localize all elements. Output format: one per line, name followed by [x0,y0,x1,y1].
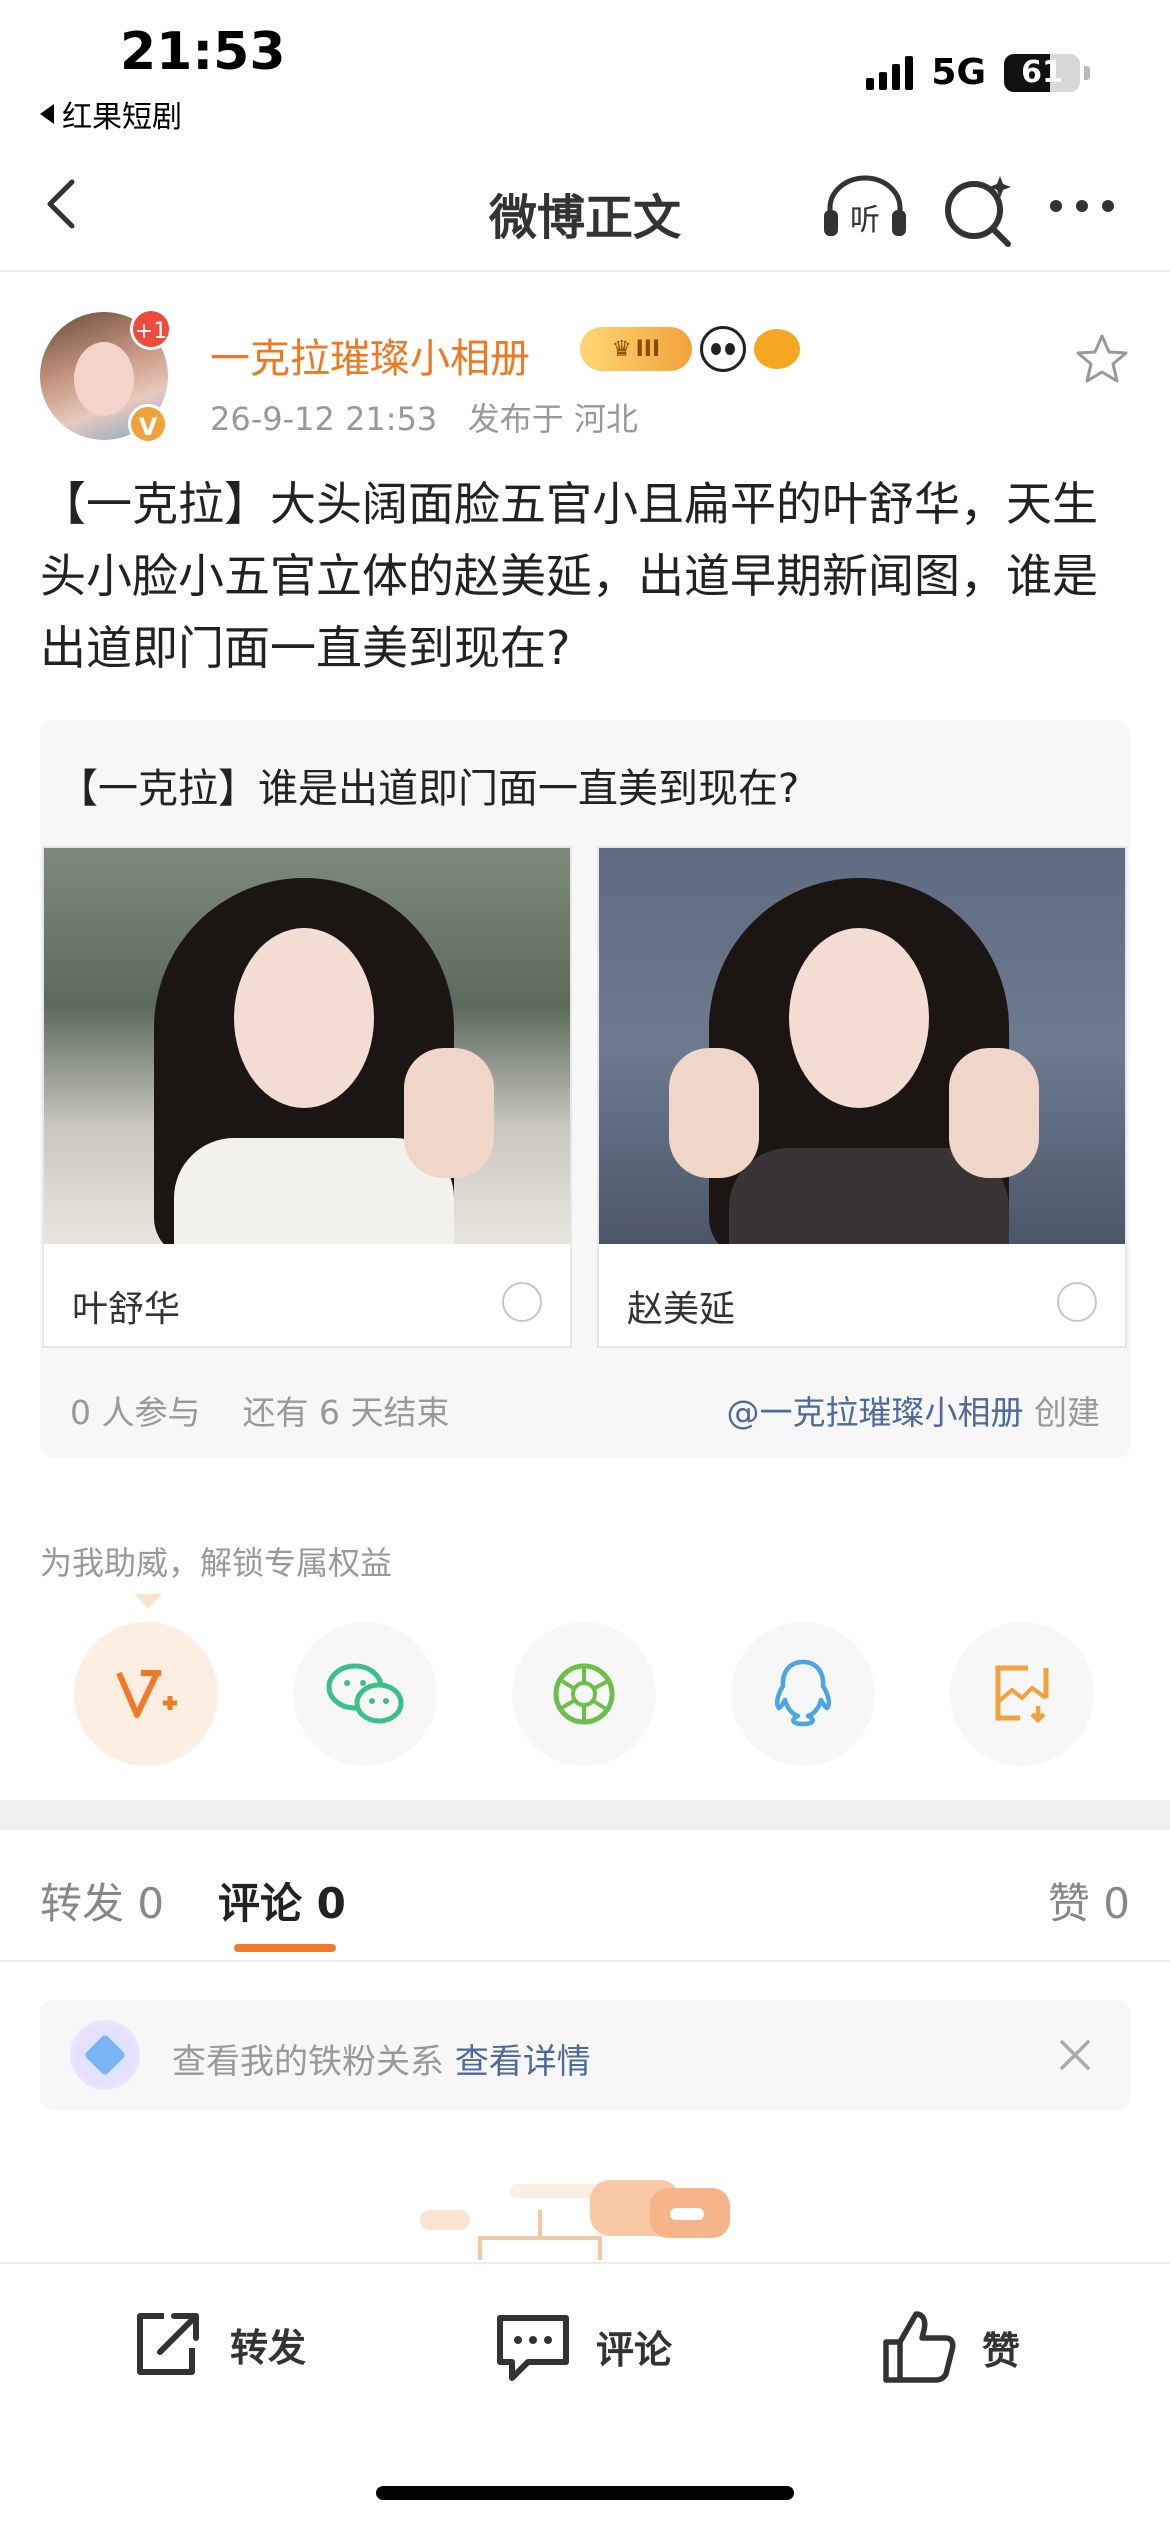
tab-comment[interactable]: 评论 0 [218,1870,346,1931]
thumbs-up-icon [883,2311,956,2383]
share-row [74,1622,1094,1766]
poll-creator-link[interactable]: @一克拉璀璨小相册 [727,1393,1024,1432]
author-header: +1 V 一克拉璀璨小相册 ♛ III 26-9-12 21:53 发布于 河北 [40,308,1130,452]
battery-level: 61 [1021,54,1063,90]
like-label: 赞 [982,2328,1021,2373]
search-sparkle-icon[interactable] [940,170,1020,250]
tab-repost[interactable]: 转发 0 [40,1870,164,1931]
status-bar: 21:53 红果短剧 5G 61 [0,0,1170,140]
comment-bubble-icon [497,2315,569,2381]
poll-remaining: 还有 6 天结束 [242,1393,450,1432]
vip-plus-icon [116,1670,177,1718]
save-image-icon [995,1665,1049,1724]
battery-tip [1084,65,1090,80]
avatar-badge: +1 [130,308,172,350]
support-hint: 为我助威，解锁专属权益 [40,1544,393,1582]
rank-crown-badge-icon[interactable]: ♛ III [580,327,692,371]
poll-option-1[interactable]: 叶舒华 [42,846,572,1348]
battery-icon: 61 [1004,53,1080,92]
fish-badge-icon[interactable] [754,329,800,369]
option-label: 赵美延 [627,1289,736,1330]
listen-headphone-icon[interactable]: 听 [820,170,910,240]
empty-comments-illustration [420,2180,730,2260]
poll-participants: 0 人参与 [70,1393,201,1432]
section-divider [0,1800,1170,1830]
poll-title: 【一克拉】谁是出道即门面一直美到现在? [58,766,800,812]
poll-creator: @一克拉璀璨小相册 创建 [727,1386,1101,1434]
home-indicator[interactable] [376,2486,794,2500]
comment-button[interactable]: 评论 [494,2308,672,2384]
post-body-text: 【一克拉】大头阔面脸五官小且扁平的叶舒华，天生头小脸小五官立体的赵美延，出道早期… [40,477,1098,675]
system-indicators: 5G 61 [866,52,1090,93]
verified-badge-icon: V [128,404,168,444]
fan-relation-link[interactable]: 查看详情 [455,2042,591,2082]
wechat-icon [326,1663,404,1724]
poll-creator-suffix: 创建 [1034,1393,1100,1432]
moments-icon [553,1663,615,1725]
author-name[interactable]: 一克拉璀璨小相册 [210,326,530,384]
poll-option-2[interactable]: 赵美延 [597,846,1127,1348]
support-pointer [134,1594,162,1608]
option-radio[interactable] [502,1282,542,1322]
network-label: 5G [931,52,986,93]
back-app-label: 红果短剧 [62,100,182,135]
signal-icon [866,55,914,90]
fan-relation-label: 查看我的铁粉关系 [172,2042,444,2082]
fan-relation-text: 查看我的铁粉关系 查看详情 [172,2034,591,2083]
tab-active-indicator [234,1944,336,1952]
back-triangle-icon [40,104,54,124]
post-location: 发布于 河北 [467,400,638,438]
option-photo [599,848,1125,1244]
listen-label: 听 [850,203,880,238]
close-icon[interactable] [1050,2030,1100,2080]
repost-button[interactable]: 转发 [130,2308,306,2380]
engagement-tabs: 转发 0 评论 0 赞 0 [0,1830,1170,1962]
qq-share-button[interactable] [731,1622,875,1766]
bottom-action-bar: 转发 评论 赞 [0,2262,1170,2532]
fan-relation-banner[interactable]: 查看我的铁粉关系 查看详情 [40,2000,1130,2110]
option-label: 叶舒华 [72,1289,181,1330]
moments-share-button[interactable] [512,1622,656,1766]
rank-badge-level: III [635,336,661,362]
author-badges: ♛ III [580,326,800,372]
comment-label: 评论 [596,2327,673,2372]
post-meta: 26-9-12 21:53 发布于 河北 [210,394,638,440]
wechat-share-button[interactable] [293,1622,437,1766]
poll-card: 【一克拉】谁是出道即门面一直美到现在? 叶舒华 赵美延 0 人参与 还有 6 天… [40,720,1130,1458]
status-time: 21:53 [120,22,286,82]
save-image-button[interactable] [950,1622,1094,1766]
poll-stats: 0 人参与 还有 6 天结束 [70,1386,449,1434]
nav-bar: 微博正文 听 [0,140,1170,272]
diamond-icon [70,2020,140,2090]
vip-plus-button[interactable] [74,1622,218,1766]
option-radio[interactable] [1057,1282,1097,1322]
like-button[interactable]: 赞 [880,2308,1020,2386]
repost-label: 转发 [230,2325,307,2370]
qq-icon [774,1659,832,1727]
more-dots-icon[interactable] [1050,200,1130,220]
option-photo [44,848,570,1244]
back-to-app-link[interactable]: 红果短剧 [40,92,182,136]
favorite-star-icon[interactable] [1074,332,1130,388]
tab-like[interactable]: 赞 0 [1048,1870,1130,1931]
repost-share-icon [137,2313,199,2375]
panda-badge-icon[interactable] [700,326,746,372]
post-time: 26-9-12 21:53 [210,400,438,438]
